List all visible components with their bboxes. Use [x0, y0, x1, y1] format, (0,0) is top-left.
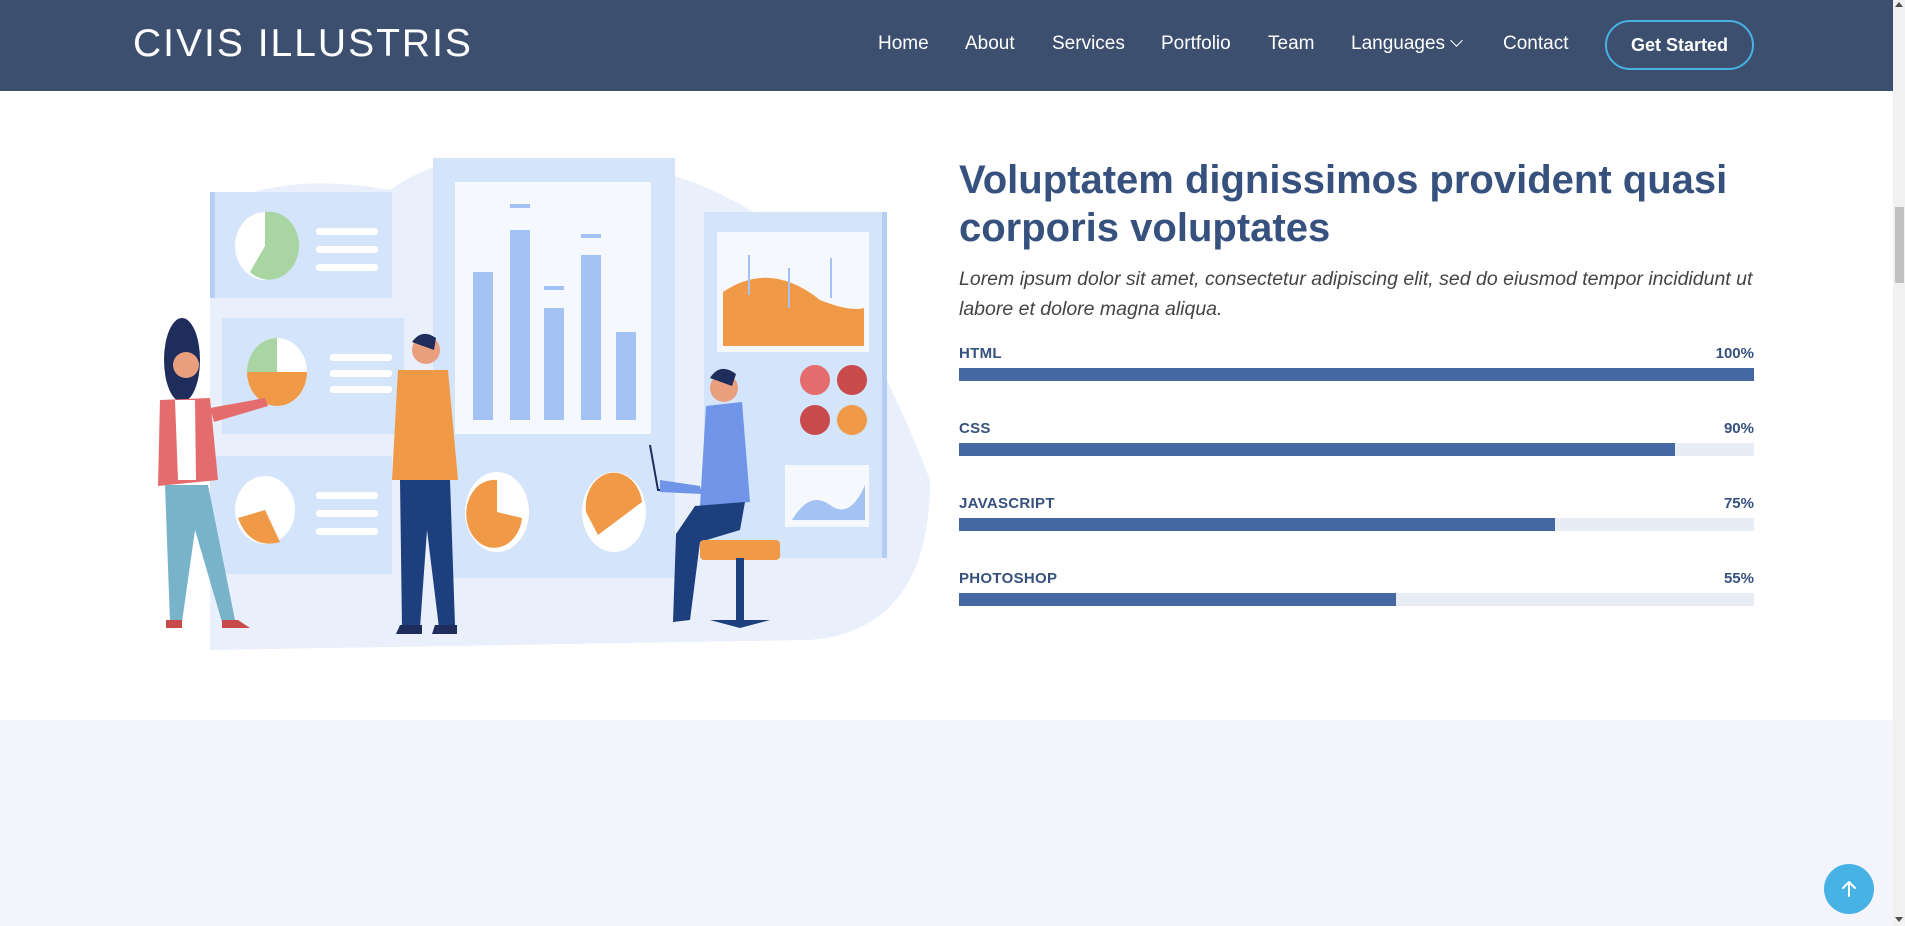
progress-track — [959, 443, 1754, 456]
skill-label: CSS — [959, 420, 991, 437]
skill-label: HTML — [959, 345, 1002, 362]
scroll-up-icon[interactable] — [1895, 2, 1903, 7]
get-started-button[interactable]: Get Started — [1605, 20, 1754, 70]
scrollbar-thumb[interactable] — [1895, 207, 1904, 283]
nav-languages-label: Languages — [1351, 33, 1446, 54]
nav-languages[interactable]: Languages — [1351, 33, 1463, 55]
nav-contact[interactable]: Contact — [1503, 33, 1568, 55]
progress-track — [959, 593, 1754, 606]
progress-fill — [959, 368, 1754, 381]
progress-fill — [959, 593, 1397, 606]
nav-home[interactable]: Home — [878, 33, 929, 55]
progress-fill — [959, 518, 1556, 531]
nav-services[interactable]: Services — [1052, 33, 1125, 55]
skill-label: PHOTOSHOP — [959, 570, 1058, 587]
progress-track — [959, 518, 1754, 531]
section-title: Voluptatem dignissimos provident quasi c… — [959, 158, 1728, 250]
back-to-top-button[interactable] — [1824, 864, 1874, 914]
skill-label: JAVASCRIPT — [959, 495, 1055, 512]
skills-illustration — [158, 158, 930, 650]
chevron-down-icon — [1450, 34, 1463, 47]
site-logo[interactable]: CIVIS ILLUSTRIS — [133, 22, 473, 66]
arrow-up-icon — [1842, 881, 1856, 897]
progress-fill — [959, 443, 1675, 456]
skill-value: 90% — [1723, 420, 1754, 437]
site-header: CIVIS ILLUSTRIS Home About Services Port… — [0, 0, 1893, 91]
progress-track — [959, 368, 1754, 381]
skill-value: 75% — [1723, 495, 1754, 512]
nav-portfolio[interactable]: Portfolio — [1161, 33, 1231, 55]
skill-value: 55% — [1723, 570, 1754, 587]
next-section — [0, 720, 1893, 926]
page-scrollbar[interactable] — [1893, 0, 1905, 926]
nav-about[interactable]: About — [965, 33, 1015, 55]
skill-value: 100% — [1715, 345, 1754, 362]
scroll-down-icon[interactable] — [1895, 917, 1903, 922]
nav-team[interactable]: Team — [1268, 33, 1314, 55]
section-lead: Lorem ipsum dolor sit amet, consectetur … — [959, 268, 1753, 320]
